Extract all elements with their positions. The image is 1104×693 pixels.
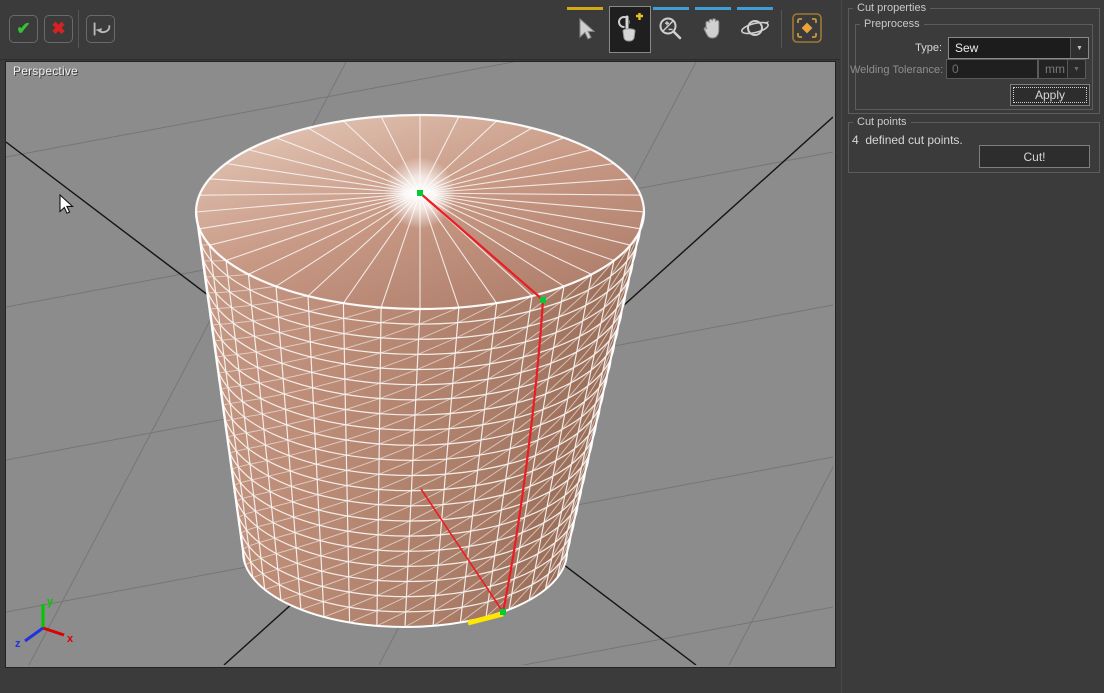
unit-value: mm	[1039, 62, 1067, 76]
type-dropdown[interactable]: Sew ▼	[948, 37, 1089, 59]
toolbar-separator	[78, 10, 79, 48]
welding-tolerance-value: 0	[952, 62, 959, 76]
orbit-planet-icon	[739, 15, 771, 43]
pointing-hand-plus-icon	[614, 12, 644, 46]
cut-properties-title: Cut properties	[853, 2, 930, 14]
cut-properties-panel: Cut properties Preprocess Type: Sew ▼ We…	[841, 0, 1104, 693]
axis-x-label: x	[67, 633, 74, 645]
check-icon: ✔	[16, 19, 30, 39]
hand-pan-icon	[700, 15, 726, 43]
frame-view-button[interactable]	[789, 9, 825, 47]
viewport-title: Perspective	[13, 64, 78, 78]
select-tool-button[interactable]	[565, 6, 605, 52]
3d-viewport-canvas[interactable]: y x z	[6, 62, 833, 665]
unit-dropdown[interactable]: mm ▼	[1038, 59, 1086, 79]
magnifier-zoom-icon	[657, 15, 685, 43]
chevron-down-icon: ▼	[1067, 60, 1085, 78]
reset-view-button[interactable]	[86, 15, 115, 43]
axis-z-label: z	[15, 638, 21, 650]
apply-button-label: Apply	[1035, 88, 1065, 102]
application-window: ✔ ✖	[0, 0, 1104, 693]
cursor-arrow-icon	[572, 15, 598, 43]
pan-tool-button[interactable]	[693, 6, 733, 52]
apply-button[interactable]: Apply	[1010, 84, 1090, 106]
cut-points-title: Cut points	[853, 116, 911, 128]
cancel-button[interactable]: ✖	[44, 15, 73, 43]
welding-tolerance-input[interactable]: 0	[946, 59, 1038, 79]
frame-fit-icon	[791, 12, 823, 44]
x-icon: ✖	[51, 19, 65, 39]
type-label: Type:	[912, 42, 942, 54]
type-value: Sew	[949, 41, 1070, 55]
cut-button-label: Cut!	[1023, 150, 1045, 164]
preprocess-title: Preprocess	[860, 18, 924, 30]
pick-add-tool-button[interactable]	[609, 6, 649, 52]
welding-tolerance-label: Welding Tolerance:	[850, 64, 942, 76]
zoom-tool-button[interactable]	[651, 6, 691, 52]
top-toolbar: ✔ ✖	[0, 0, 840, 60]
cut-points-status: 4 defined cut points.	[852, 133, 963, 147]
accept-button[interactable]: ✔	[9, 15, 38, 43]
viewport-frame: y x z Perspective	[5, 61, 836, 668]
orbit-tool-button[interactable]	[735, 6, 775, 52]
toolbar-separator-2	[781, 10, 782, 48]
chevron-down-icon[interactable]: ▼	[1070, 38, 1088, 58]
cut-button[interactable]: Cut!	[979, 145, 1090, 168]
axis-y-label: y	[47, 596, 54, 608]
arrow-to-start-icon	[90, 20, 112, 38]
